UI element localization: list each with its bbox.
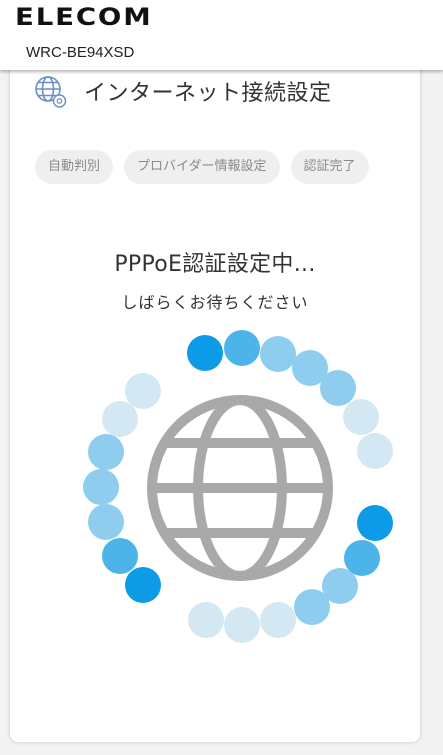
spinner-dot: [102, 538, 138, 574]
spinner-dot: [187, 335, 223, 371]
spinner-dot: [294, 589, 330, 625]
step-auto-detect: 自動判別: [35, 150, 114, 184]
loading-spinner: [82, 330, 394, 646]
spinner-dot: [88, 434, 124, 470]
step-provider-info: プロバイダー情報設定: [124, 150, 280, 184]
spinner-dot: [343, 399, 379, 435]
app-header: ELECOM WRC-BE94XSD: [0, 0, 443, 70]
globe-settings-icon: [35, 76, 67, 108]
spinner-dot: [88, 504, 124, 540]
spinner-dot: [357, 505, 393, 541]
spinner-dot: [260, 336, 296, 372]
globe-icon: [147, 395, 333, 581]
spinner-dot: [260, 602, 296, 638]
progress-steps: 自動判別 プロバイダー情報設定 認証完了: [35, 150, 369, 184]
spinner-dot: [102, 401, 138, 437]
brand-logo: ELECOM: [15, 3, 153, 31]
page-title: インターネット接続設定: [84, 81, 332, 106]
status-title: PPPoE認証設定中...: [114, 252, 316, 277]
status-subtitle: しばらくお待ちください: [121, 293, 309, 312]
spinner-dot: [224, 607, 260, 643]
page-header: インターネット接続設定: [33, 74, 332, 108]
spinner-dot: [224, 330, 260, 366]
router-model: WRC-BE94XSD: [26, 44, 135, 61]
spinner-dot: [357, 433, 393, 469]
spinner-dot: [83, 469, 119, 505]
spinner-dot: [188, 602, 224, 638]
page-footer-strip: [0, 742, 443, 755]
step-auth-complete: 認証完了: [290, 150, 369, 184]
